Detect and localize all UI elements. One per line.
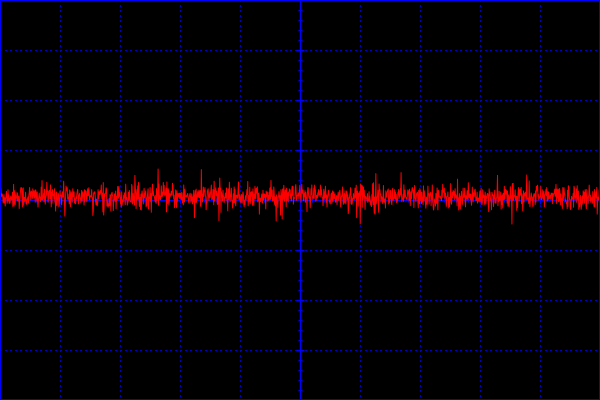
oscilloscope-screen <box>0 0 600 400</box>
oscilloscope-plot <box>0 0 600 400</box>
